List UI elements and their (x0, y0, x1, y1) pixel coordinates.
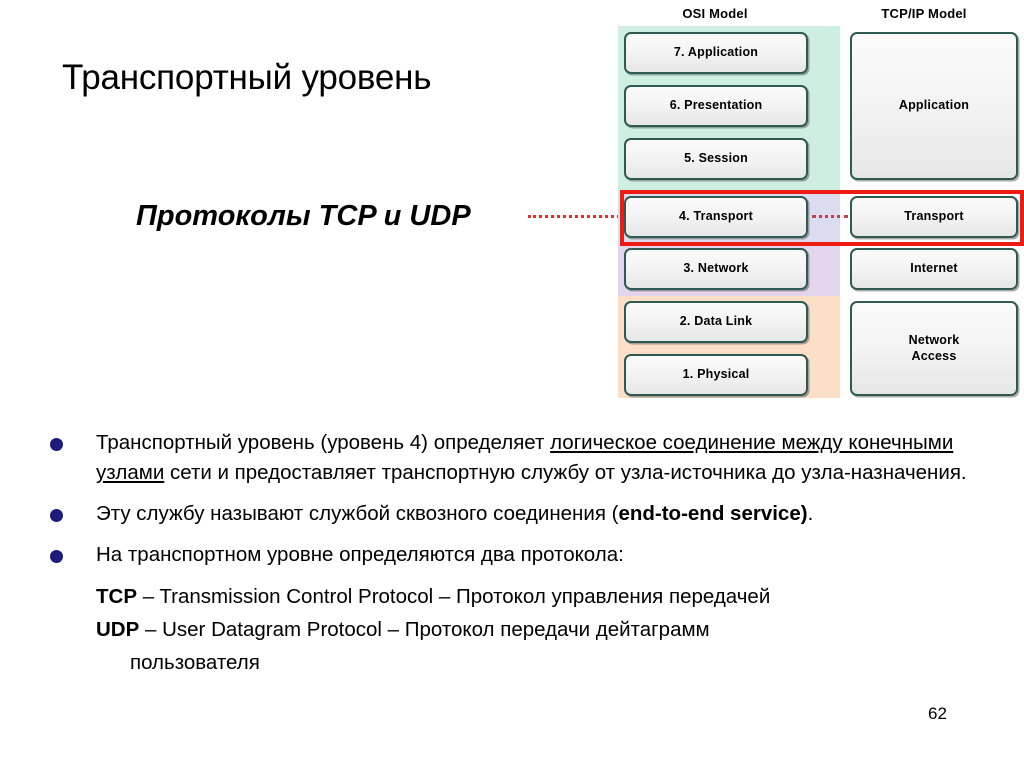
tcpip-model-header: TCP/IP Model (881, 6, 967, 21)
tcpip-layer-network-access[interactable]: Network Access (850, 301, 1018, 396)
protocol-abbr-tcp: TCP (96, 585, 137, 608)
bullet-2-text-part2: . (807, 502, 814, 525)
page-title: Транспортный уровень (62, 58, 432, 97)
bullet-item-3: На транспортном уровне определяются два … (44, 540, 974, 570)
osi-model-header: OSI Model (682, 6, 748, 21)
bullet-list: Транспортный уровень (уровень 4) определ… (44, 428, 974, 678)
osi-layer-session[interactable]: 5. Session (624, 138, 808, 180)
osi-layer-application[interactable]: 7. Application (624, 32, 808, 74)
bullet-1-text-part1: Транспортный уровень (уровень 4) определ… (96, 431, 551, 454)
osi-tcpip-diagram: OSI Model TCP/IP Model 7. Application 6.… (612, 0, 1024, 402)
bullet-item-1: Транспортный уровень (уровень 4) определ… (44, 428, 974, 488)
bullet-dot-icon (50, 438, 63, 451)
bullet-dot-icon (50, 509, 63, 522)
transport-highlight-box (620, 190, 1024, 246)
osi-layer-network[interactable]: 3. Network (624, 248, 808, 290)
protocol-desc-tcp: – Transmission Control Protocol – Проток… (137, 585, 771, 608)
protocol-desc-udp: – User Datagram Protocol – Протокол пере… (139, 618, 710, 641)
protocol-line-udp-continuation: пользователя (44, 647, 974, 678)
tcpip-layer-internet[interactable]: Internet (850, 248, 1018, 290)
bullet-2-bold: end-to-end service) (618, 502, 808, 525)
bullet-3-text: На транспортном уровне определяются два … (96, 543, 624, 566)
slide-subtitle: Протоколы TCP и UDP (136, 200, 471, 232)
osi-layer-presentation[interactable]: 6. Presentation (624, 85, 808, 127)
protocol-desc-udp-continuation: пользователя (130, 651, 260, 674)
protocol-abbr-udp: UDP (96, 618, 140, 641)
bullet-dot-icon (50, 550, 63, 563)
protocol-line-tcp: TCP – Transmission Control Protocol – Пр… (44, 581, 974, 612)
protocol-line-udp: UDP – User Datagram Protocol – Протокол … (44, 614, 974, 645)
page-number: 62 (928, 704, 947, 723)
bullet-2-text-part1: Эту службу называют службой сквозного со… (96, 502, 619, 525)
osi-layer-data-link[interactable]: 2. Data Link (624, 301, 808, 343)
bullet-1-text-part2: сети и предоставляет транспортную службу… (164, 461, 967, 484)
tcpip-layer-application[interactable]: Application (850, 32, 1018, 180)
bullet-item-2: Эту службу называют службой сквозного со… (44, 499, 974, 529)
osi-layer-physical[interactable]: 1. Physical (624, 354, 808, 396)
